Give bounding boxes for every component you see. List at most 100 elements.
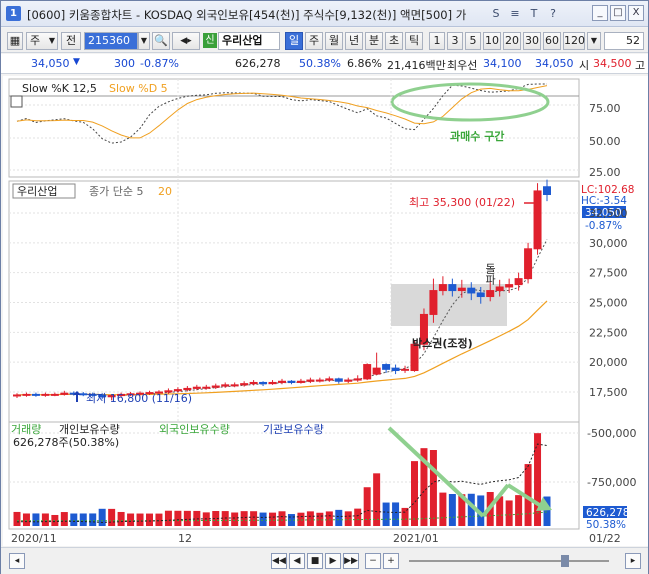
stock-name-field[interactable]: 우리산업 [218, 32, 280, 50]
maximize-button[interactable]: □ [610, 5, 626, 21]
volume-bar-up [193, 510, 201, 526]
volume-bar-up [344, 511, 352, 526]
best-quote-label: 최우선 [447, 59, 478, 72]
open-price: 34,500 [593, 57, 632, 70]
candle-up [50, 393, 59, 396]
prev-button[interactable]: ◀ [289, 553, 305, 569]
period-minute-tab[interactable]: 분 [365, 32, 383, 50]
interval-3-button[interactable]: 3 [447, 32, 463, 50]
candle-up [495, 286, 504, 292]
price-axis-ticks: 32,500 30,000 27,500 25,000 22,500 20,000 17,5… [589, 207, 628, 399]
interval-dropdown-arrow[interactable]: ▼ [587, 32, 601, 50]
font-t-icon[interactable]: T [526, 5, 542, 22]
volume-bar-up [231, 512, 239, 526]
volume-bar-down [79, 513, 87, 526]
candle-up [173, 389, 182, 392]
volume-bar-up [278, 511, 286, 526]
ask-price: 34,100 [483, 57, 522, 70]
stock-code-input[interactable]: 215360 [84, 32, 138, 50]
volume-bar-up [373, 473, 381, 526]
volume-legend-foreign: 외국인보유수량 [159, 423, 230, 436]
trade-amount: 21,416백만 [387, 59, 446, 72]
period-tick-tab[interactable]: 틱 [405, 32, 423, 50]
candle-up [514, 278, 523, 286]
volume-bar-down [335, 509, 343, 526]
period-second-tab[interactable]: 초 [385, 32, 403, 50]
all-tab[interactable]: 전 [61, 32, 81, 50]
chart-svg[interactable]: Slow %K 12,5 Slow %D 5 과매수 구간 75.00 50.0… [3, 76, 648, 546]
stochastic-settings-icon[interactable] [10, 95, 23, 108]
candle-down [448, 284, 457, 292]
settings-s-icon[interactable]: S [488, 5, 504, 22]
candle-up [278, 380, 286, 383]
price-tick-label: 30,000 [589, 237, 628, 250]
chart-area[interactable]: Slow %K 12,5 Slow %D 5 과매수 구간 75.00 50.0… [3, 76, 648, 546]
period-day-tab[interactable]: 일 [285, 32, 303, 50]
first-button[interactable]: ◀◀ [271, 553, 287, 569]
interval-5-button[interactable]: 5 [465, 32, 481, 50]
zoom-out-icon[interactable]: − [365, 553, 381, 569]
grid-menu-icon[interactable]: ▦ [7, 32, 23, 50]
price-tick-label: 32,500 [589, 207, 628, 220]
candle-up [325, 378, 334, 381]
interval-60-button[interactable]: 60 [543, 32, 561, 50]
volume-bar-up [429, 450, 437, 526]
zoom-in-icon[interactable]: + [383, 553, 399, 569]
interval-10-button[interactable]: 10 [483, 32, 501, 50]
candle-up [486, 290, 495, 298]
close-button[interactable]: X [628, 5, 644, 21]
title-icon-group: S ≡ T ? [488, 5, 561, 23]
volume-bar-up [117, 511, 125, 526]
scroll-right-icon[interactable]: ▸ [625, 553, 641, 569]
next-button[interactable]: ▶ [325, 553, 341, 569]
candle-down [259, 381, 268, 385]
interval-20-button[interactable]: 20 [503, 32, 521, 50]
sound-icon[interactable]: ◀▸ [172, 32, 200, 50]
title-bar[interactable]: 1 [0600] 키움종합차트 - KOSDAQ 외국인보유[454(천)] 주… [1, 1, 648, 27]
candle-up [315, 379, 324, 382]
box-range-label: 박스권(조정) [412, 336, 473, 350]
volume-bar-up [269, 512, 277, 526]
volume-bar-up [240, 511, 248, 526]
period-week-tab[interactable]: 주 [305, 32, 323, 50]
volume-bar-down [89, 513, 97, 526]
period-year-tab[interactable]: 년 [345, 32, 363, 50]
interval-1-button[interactable]: 1 [429, 32, 445, 50]
stop-button[interactable]: ■ [307, 553, 323, 569]
current-rate-tag: -0.87% [585, 220, 622, 232]
candle-up [306, 379, 315, 382]
scroll-left-icon[interactable]: ◂ [9, 553, 25, 569]
candle-up [372, 367, 381, 375]
interval-30-button[interactable]: 30 [523, 32, 541, 50]
help-icon[interactable]: ? [545, 5, 561, 22]
volume-tag-text: 626,278 [586, 507, 629, 519]
volume-bar-up [306, 511, 314, 526]
volume-bar-up [439, 492, 447, 526]
volume-bar-up [60, 512, 68, 526]
code-dropdown-arrow[interactable]: ▼ [138, 32, 150, 50]
candle-up [183, 387, 192, 391]
search-icon[interactable]: 🔍 [152, 32, 170, 50]
zoom-slider-track[interactable] [409, 560, 609, 562]
volume-bar-up [515, 495, 523, 526]
x-label-12: 12 [178, 532, 192, 545]
menu-list-icon[interactable]: ≡ [507, 5, 523, 22]
zoom-slider-thumb[interactable] [561, 555, 569, 567]
price-tick-label: 25,000 [589, 297, 628, 310]
bar-count-input[interactable]: 52 [604, 32, 644, 50]
candle-up [268, 381, 277, 385]
volume-bar-up [505, 500, 513, 526]
candle-down [287, 380, 296, 383]
volume-bar-up [164, 510, 172, 526]
market-select[interactable]: 주 ▼ [26, 32, 58, 50]
volume-bar-down [448, 494, 456, 526]
interval-120-button[interactable]: 120 [563, 32, 585, 50]
volume-bar-up [411, 461, 418, 526]
period-month-tab[interactable]: 월 [325, 32, 343, 50]
minimize-button[interactable]: _ [592, 5, 608, 21]
last-button[interactable]: ▶▶ [343, 553, 359, 569]
stoch-tick-25: 25.00 [589, 166, 621, 179]
price-tick-label: 17,500 [589, 386, 628, 399]
candle-down [476, 292, 485, 298]
volume-bar-up [127, 513, 135, 526]
